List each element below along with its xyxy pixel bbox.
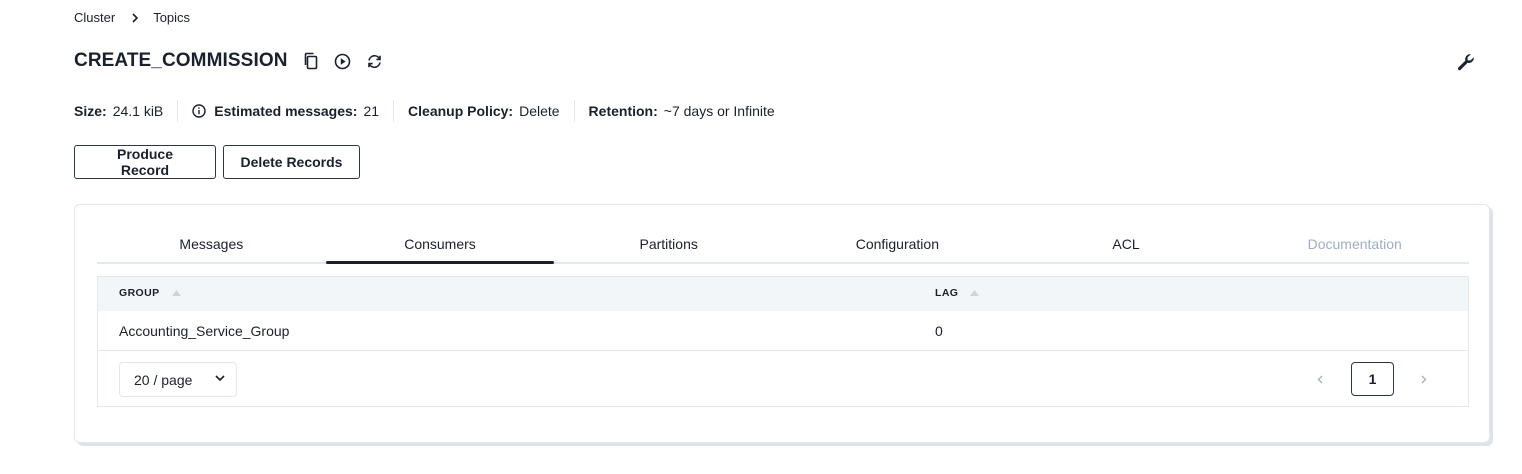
refresh-icon[interactable] <box>366 52 384 70</box>
chevron-right-icon <box>1421 375 1427 383</box>
page-title: CREATE_COMMISSION <box>74 50 288 71</box>
produce-record-button[interactable]: Produce Record <box>74 145 216 179</box>
chevron-left-icon <box>1317 375 1323 383</box>
title-row: CREATE_COMMISSION <box>74 50 384 72</box>
wrench-icon[interactable] <box>1455 51 1477 73</box>
consumers-table: GROUP LAG Accounting_Service_Group 0 20 … <box>97 276 1469 407</box>
page-size-select[interactable]: 20 / page <box>119 362 237 397</box>
tab-consumers[interactable]: Consumers <box>325 225 555 264</box>
page-number-button[interactable]: 1 <box>1351 362 1394 396</box>
column-header-lag[interactable]: LAG <box>935 287 980 299</box>
chevron-down-icon <box>215 375 225 382</box>
stat-cleanup-label: Cleanup Policy: <box>408 103 514 119</box>
sort-up-icon[interactable] <box>171 290 181 296</box>
breadcrumb: Cluster Topics <box>74 10 190 25</box>
breadcrumb-topics[interactable]: Topics <box>153 10 190 25</box>
tab-configuration[interactable]: Configuration <box>783 225 1012 262</box>
page-size-value: 20 / page <box>134 371 193 388</box>
table-header: GROUP LAG <box>98 277 1468 311</box>
play-icon[interactable] <box>334 52 352 70</box>
copy-icon[interactable] <box>302 52 320 70</box>
table-row[interactable]: Accounting_Service_Group 0 <box>98 311 1468 351</box>
stat-size-label: Size: <box>74 103 107 119</box>
column-header-group[interactable]: GROUP <box>119 287 181 299</box>
stat-cleanup-value: Delete <box>519 103 560 119</box>
stat-retention: Retention: ~7 days or Infinite <box>573 100 789 122</box>
info-icon[interactable] <box>192 104 206 118</box>
stat-cleanup: Cleanup Policy: Delete <box>393 100 574 122</box>
prev-page-button[interactable] <box>1312 369 1328 389</box>
tab-documentation: Documentation <box>1307 236 1402 252</box>
stat-messages-label: Estimated messages: <box>214 103 358 119</box>
column-header-lag-label: LAG <box>935 287 959 299</box>
topic-details-card: Messages Consumers Partitions Configurat… <box>74 204 1490 443</box>
delete-records-button[interactable]: Delete Records <box>223 145 360 179</box>
topic-stats: Size: 24.1 kiB Estimated messages: 21 Cl… <box>74 100 789 122</box>
tab-acl[interactable]: ACL <box>1012 225 1241 262</box>
tab-partitions[interactable]: Partitions <box>554 225 783 262</box>
column-header-group-label: GROUP <box>119 287 160 299</box>
sort-up-icon[interactable] <box>970 290 980 296</box>
tab-bar: Messages Consumers Partitions Configurat… <box>97 225 1469 264</box>
chevron-right-icon <box>131 12 139 23</box>
stat-retention-label: Retention: <box>588 103 658 119</box>
stat-retention-value: ~7 days or Infinite <box>663 103 775 119</box>
stat-size-value: 24.1 kiB <box>112 103 164 119</box>
next-page-button[interactable] <box>1416 369 1432 389</box>
cell-group: Accounting_Service_Group <box>119 323 290 339</box>
breadcrumb-cluster[interactable]: Cluster <box>74 10 115 25</box>
stat-size: Size: 24.1 kiB <box>74 100 177 122</box>
tab-messages[interactable]: Messages <box>97 225 326 262</box>
stat-messages-value: 21 <box>363 103 380 119</box>
cell-lag: 0 <box>935 323 943 339</box>
stat-messages: Estimated messages: 21 <box>177 100 393 122</box>
